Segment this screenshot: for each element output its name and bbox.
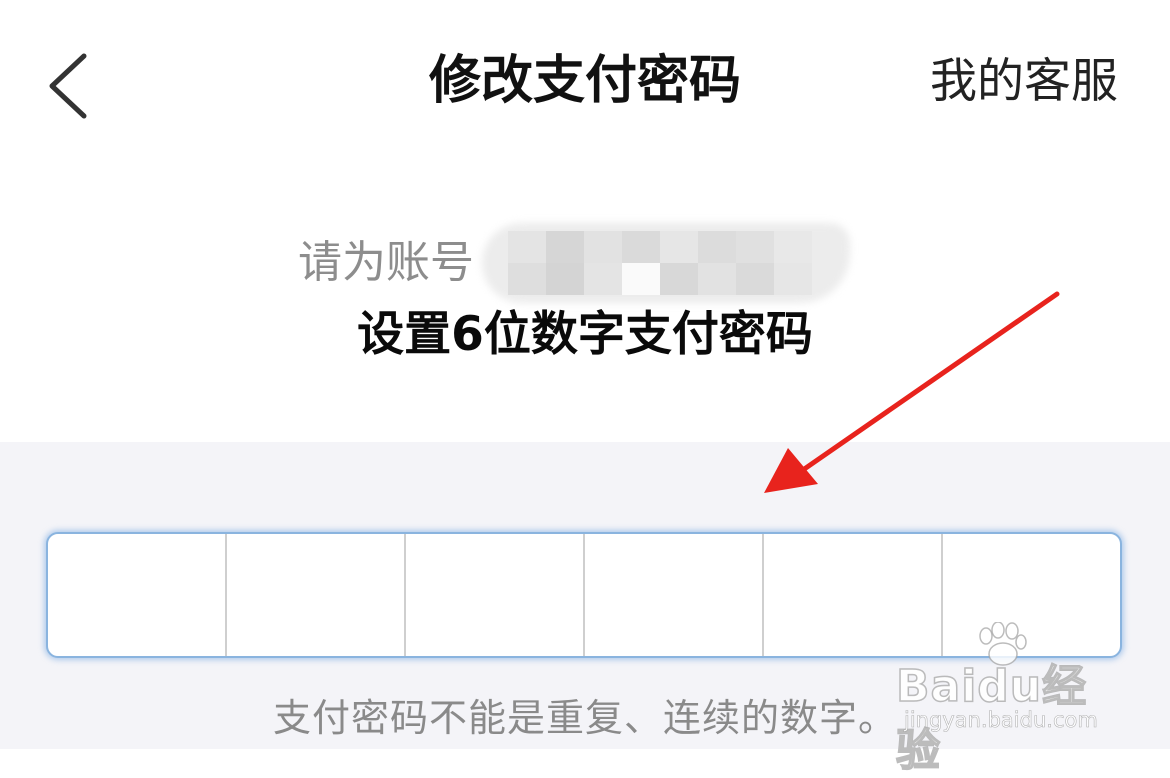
pin-digit-cell[interactable] <box>941 534 1120 656</box>
account-prompt-label: 请为账号 <box>298 237 474 288</box>
password-rule-hint: 支付密码不能是重复、连续的数字。 <box>272 696 897 740</box>
pin-digit-cell[interactable] <box>48 534 225 656</box>
pin-digit-cell[interactable] <box>404 534 583 656</box>
pin-digit-cell[interactable] <box>225 534 404 656</box>
password-instruction: 设置6位数字支付密码 <box>357 307 813 362</box>
pin-digit-cell[interactable] <box>583 534 762 656</box>
payment-password-input[interactable] <box>46 532 1122 658</box>
customer-service-link[interactable]: 我的客服 <box>930 50 1118 114</box>
account-prompt: 请为账号 <box>298 223 850 303</box>
pin-digit-cell[interactable] <box>762 534 941 656</box>
masked-account-number <box>482 213 850 305</box>
